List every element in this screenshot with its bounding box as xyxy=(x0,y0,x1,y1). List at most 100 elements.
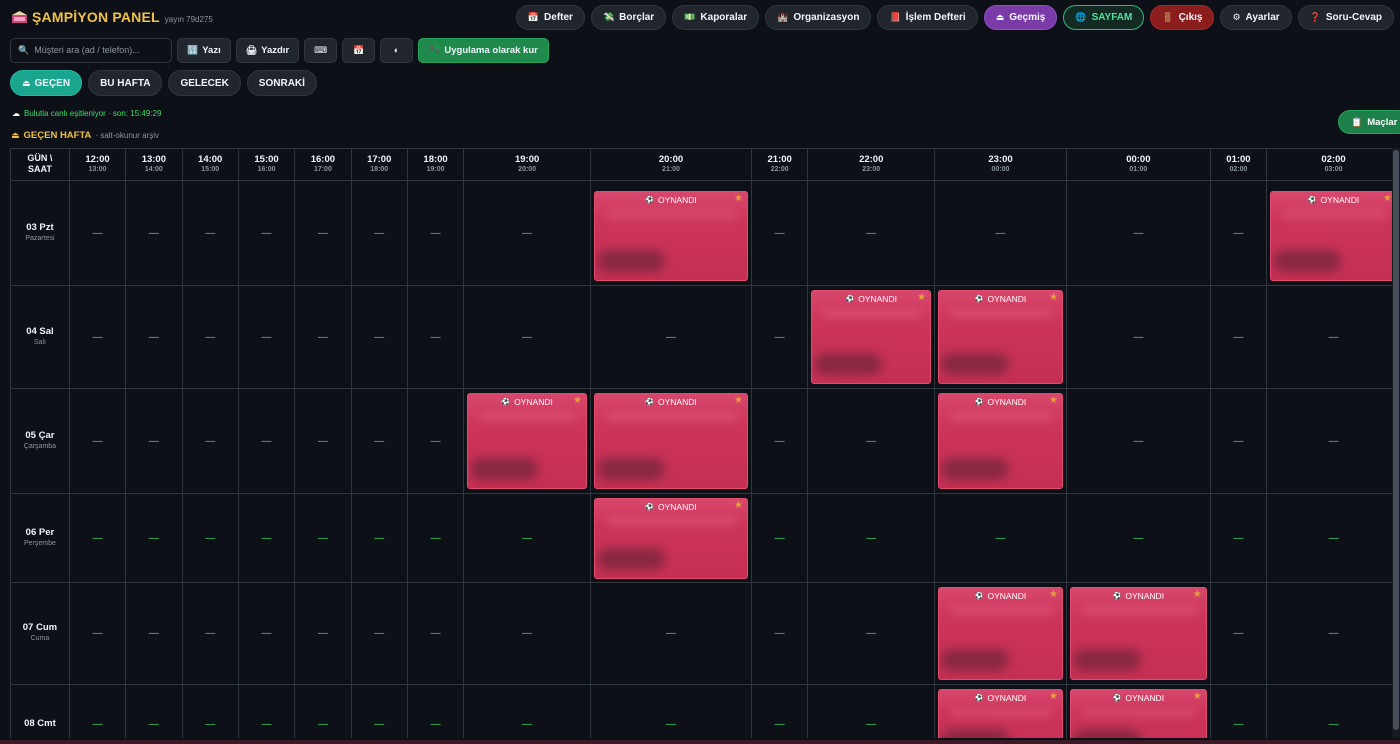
empty-slot[interactable]: — xyxy=(934,493,1067,583)
empty-slot[interactable]: — xyxy=(351,582,408,685)
empty-slot[interactable]: — xyxy=(1266,582,1400,685)
week-tab-1[interactable]: BU HAFTA xyxy=(88,70,163,96)
booking-card[interactable]: ⚽ OYNANDI ★ xyxy=(594,190,748,281)
empty-slot[interactable]: — xyxy=(238,493,296,583)
empty-slot[interactable]: — xyxy=(351,180,408,286)
empty-slot[interactable]: — xyxy=(182,285,239,389)
empty-slot[interactable]: — xyxy=(407,285,465,389)
week-tab-0[interactable]: ⏏ GEÇEN xyxy=(10,70,83,96)
toolbar-button-3[interactable]: 📅 xyxy=(342,37,376,63)
empty-slot[interactable]: — xyxy=(807,388,936,494)
toolbar-button-4[interactable]: ◐ xyxy=(380,37,414,63)
nav-button-6[interactable]: 🌐 SAYFAM xyxy=(1063,4,1145,30)
empty-slot[interactable]: — xyxy=(751,180,809,286)
booked-slot[interactable]: ⚽ OYNANDI ★ xyxy=(463,388,592,494)
empty-slot[interactable]: — xyxy=(294,582,352,685)
empty-slot[interactable]: — xyxy=(751,493,809,583)
toolbar-button-2[interactable]: ⌨ xyxy=(304,37,338,63)
empty-slot[interactable]: — xyxy=(590,285,752,389)
nav-button-5[interactable]: ⏏ Geçmiş xyxy=(983,4,1058,30)
empty-slot[interactable]: — xyxy=(807,493,936,583)
booking-card[interactable]: ⚽ OYNANDI ★ xyxy=(1069,688,1207,738)
empty-slot[interactable]: — xyxy=(463,493,592,583)
empty-slot[interactable]: — xyxy=(69,684,127,738)
empty-slot[interactable]: — xyxy=(1266,388,1400,494)
booking-card[interactable]: ⚽ OYNANDI ★ xyxy=(1069,586,1207,680)
empty-slot[interactable]: — xyxy=(294,180,352,286)
empty-slot[interactable]: — xyxy=(1210,493,1268,583)
week-tab-3[interactable]: SONRAKİ xyxy=(246,70,317,96)
empty-slot[interactable]: — xyxy=(1210,180,1268,286)
install-app-button[interactable]: 💱 Uygulama olarak kur xyxy=(418,37,549,63)
toolbar-button-1[interactable]: 🖨 Yazdır xyxy=(235,37,300,63)
booking-card[interactable]: ⚽ OYNANDI ★ xyxy=(594,392,748,489)
empty-slot[interactable]: — xyxy=(463,684,592,738)
empty-slot[interactable]: — xyxy=(1210,285,1268,389)
empty-slot[interactable]: — xyxy=(125,285,183,389)
empty-slot[interactable]: — xyxy=(69,388,127,494)
empty-slot[interactable]: — xyxy=(182,684,239,738)
empty-slot[interactable]: — xyxy=(238,180,296,286)
empty-slot[interactable]: — xyxy=(590,684,752,738)
booked-slot[interactable]: ⚽ OYNANDI ★ xyxy=(934,684,1067,738)
booking-card[interactable]: ⚽ OYNANDI ★ xyxy=(811,289,932,384)
empty-slot[interactable]: — xyxy=(1066,388,1211,494)
booked-slot[interactable]: ⚽ OYNANDI ★ xyxy=(1066,582,1211,685)
empty-slot[interactable]: — xyxy=(1266,684,1400,738)
empty-slot[interactable]: — xyxy=(351,388,408,494)
week-tab-2[interactable]: GELECEK xyxy=(168,70,241,96)
empty-slot[interactable]: — xyxy=(238,388,296,494)
empty-slot[interactable]: — xyxy=(182,582,239,685)
booking-card[interactable]: ⚽ OYNANDI ★ xyxy=(938,289,1063,384)
empty-slot[interactable]: — xyxy=(463,582,592,685)
booking-card[interactable]: ⚽ OYNANDI ★ xyxy=(594,497,748,579)
nav-button-9[interactable]: ❓ Soru-Cevap xyxy=(1297,4,1394,30)
empty-slot[interactable]: — xyxy=(407,180,465,286)
empty-slot[interactable]: — xyxy=(69,180,127,286)
empty-slot[interactable]: — xyxy=(751,285,809,389)
empty-slot[interactable]: — xyxy=(751,388,809,494)
empty-slot[interactable]: — xyxy=(351,684,408,738)
nav-button-0[interactable]: 📅 Defter xyxy=(515,4,585,30)
empty-slot[interactable]: — xyxy=(294,285,352,389)
booking-card[interactable]: ⚽ OYNANDI ★ xyxy=(938,688,1063,738)
empty-slot[interactable]: — xyxy=(69,285,127,389)
empty-slot[interactable]: — xyxy=(238,285,296,389)
empty-slot[interactable]: — xyxy=(125,684,183,738)
nav-button-4[interactable]: 📕 İşlem Defteri xyxy=(877,4,978,30)
empty-slot[interactable]: — xyxy=(238,582,296,685)
booked-slot[interactable]: ⚽ OYNANDI ★ xyxy=(590,180,752,286)
empty-slot[interactable]: — xyxy=(590,582,752,685)
booking-card[interactable]: ⚽ OYNANDI ★ xyxy=(1270,190,1397,281)
empty-slot[interactable]: — xyxy=(182,180,239,286)
empty-slot[interactable]: — xyxy=(934,180,1067,286)
empty-slot[interactable]: — xyxy=(807,582,936,685)
booked-slot[interactable]: ⚽ OYNANDI ★ xyxy=(807,285,936,389)
booked-slot[interactable]: ⚽ OYNANDI ★ xyxy=(934,388,1067,494)
empty-slot[interactable]: — xyxy=(125,582,183,685)
empty-slot[interactable]: — xyxy=(1066,493,1211,583)
booking-card[interactable]: ⚽ OYNANDI ★ xyxy=(938,586,1063,680)
empty-slot[interactable]: — xyxy=(182,493,239,583)
customer-search-input[interactable] xyxy=(34,45,164,55)
booked-slot[interactable]: ⚽ OYNANDI ★ xyxy=(1066,684,1211,738)
booked-slot[interactable]: ⚽ OYNANDI ★ xyxy=(1266,180,1400,286)
empty-slot[interactable]: — xyxy=(463,180,592,286)
booked-slot[interactable]: ⚽ OYNANDI ★ xyxy=(590,493,752,583)
empty-slot[interactable]: — xyxy=(751,582,809,685)
empty-slot[interactable]: — xyxy=(294,493,352,583)
empty-slot[interactable]: — xyxy=(407,388,465,494)
nav-button-8[interactable]: ⚙ Ayarlar xyxy=(1220,4,1292,30)
scrollbar-thumb[interactable] xyxy=(1393,150,1399,730)
empty-slot[interactable]: — xyxy=(407,684,465,738)
empty-slot[interactable]: — xyxy=(1066,285,1211,389)
empty-slot[interactable]: — xyxy=(238,684,296,738)
booking-card[interactable]: ⚽ OYNANDI ★ xyxy=(467,392,588,489)
empty-slot[interactable]: — xyxy=(407,493,465,583)
empty-slot[interactable]: — xyxy=(182,388,239,494)
empty-slot[interactable]: — xyxy=(1266,285,1400,389)
nav-button-7[interactable]: 🚪 Çıkış xyxy=(1150,4,1215,30)
nav-button-3[interactable]: 🏰 Organizasyon xyxy=(765,4,872,30)
empty-slot[interactable]: — xyxy=(1210,388,1268,494)
empty-slot[interactable]: — xyxy=(463,285,592,389)
